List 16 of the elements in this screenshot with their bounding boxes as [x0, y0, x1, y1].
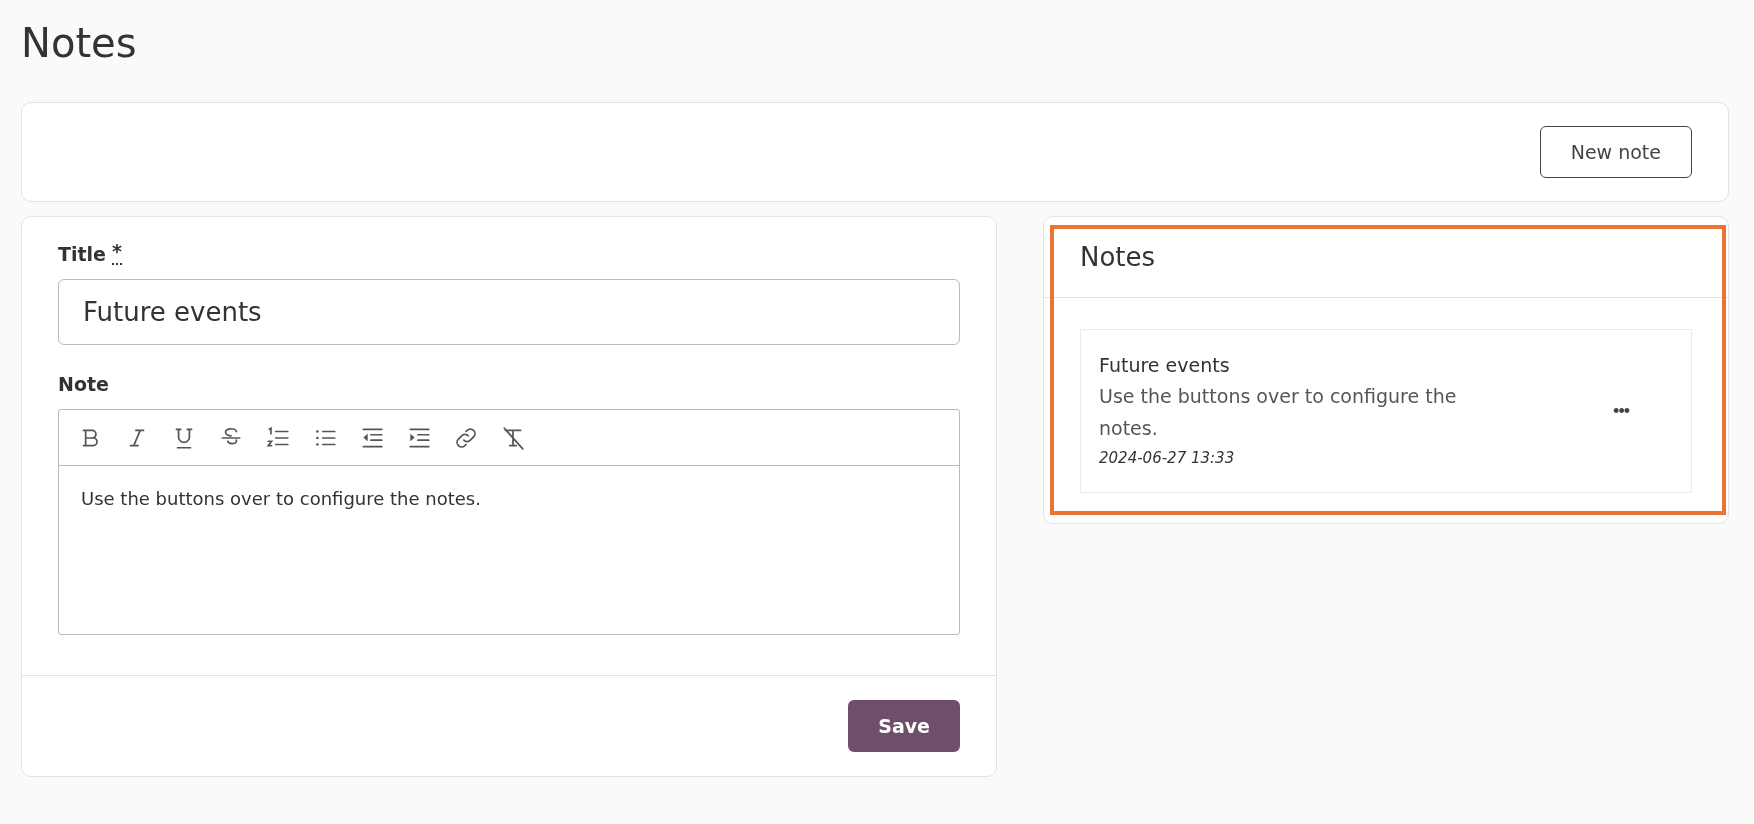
more-button[interactable]: ••• [1611, 398, 1631, 424]
note-title: Future events [1099, 353, 1231, 378]
note-item[interactable]: Future events Use the buttons over to configure the notes. 2024-06-27 13:33 ••• [1080, 329, 1692, 493]
field-label: Title [58, 243, 106, 265]
note-text: Use the buttons over to configure the notes. [1099, 384, 1458, 441]
title-input[interactable]: Future events [58, 279, 960, 345]
clear-format-icon [500, 424, 526, 451]
new-note-button[interactable]: New note [1539, 126, 1692, 178]
rich-text-editor[interactable]: Use the buttons over to configure the notes. [58, 409, 960, 635]
panel-title: Notes [1044, 217, 1728, 298]
field-label: Note [58, 373, 109, 395]
page-title: Notes [21, 19, 138, 68]
required-mark: * [111, 243, 122, 265]
editor-text: Use the buttons over to configure the notes. [80, 487, 482, 511]
save-button[interactable]: Save [848, 700, 960, 752]
note-timestamp: 2024-06-27 13:33 [1099, 448, 1236, 469]
